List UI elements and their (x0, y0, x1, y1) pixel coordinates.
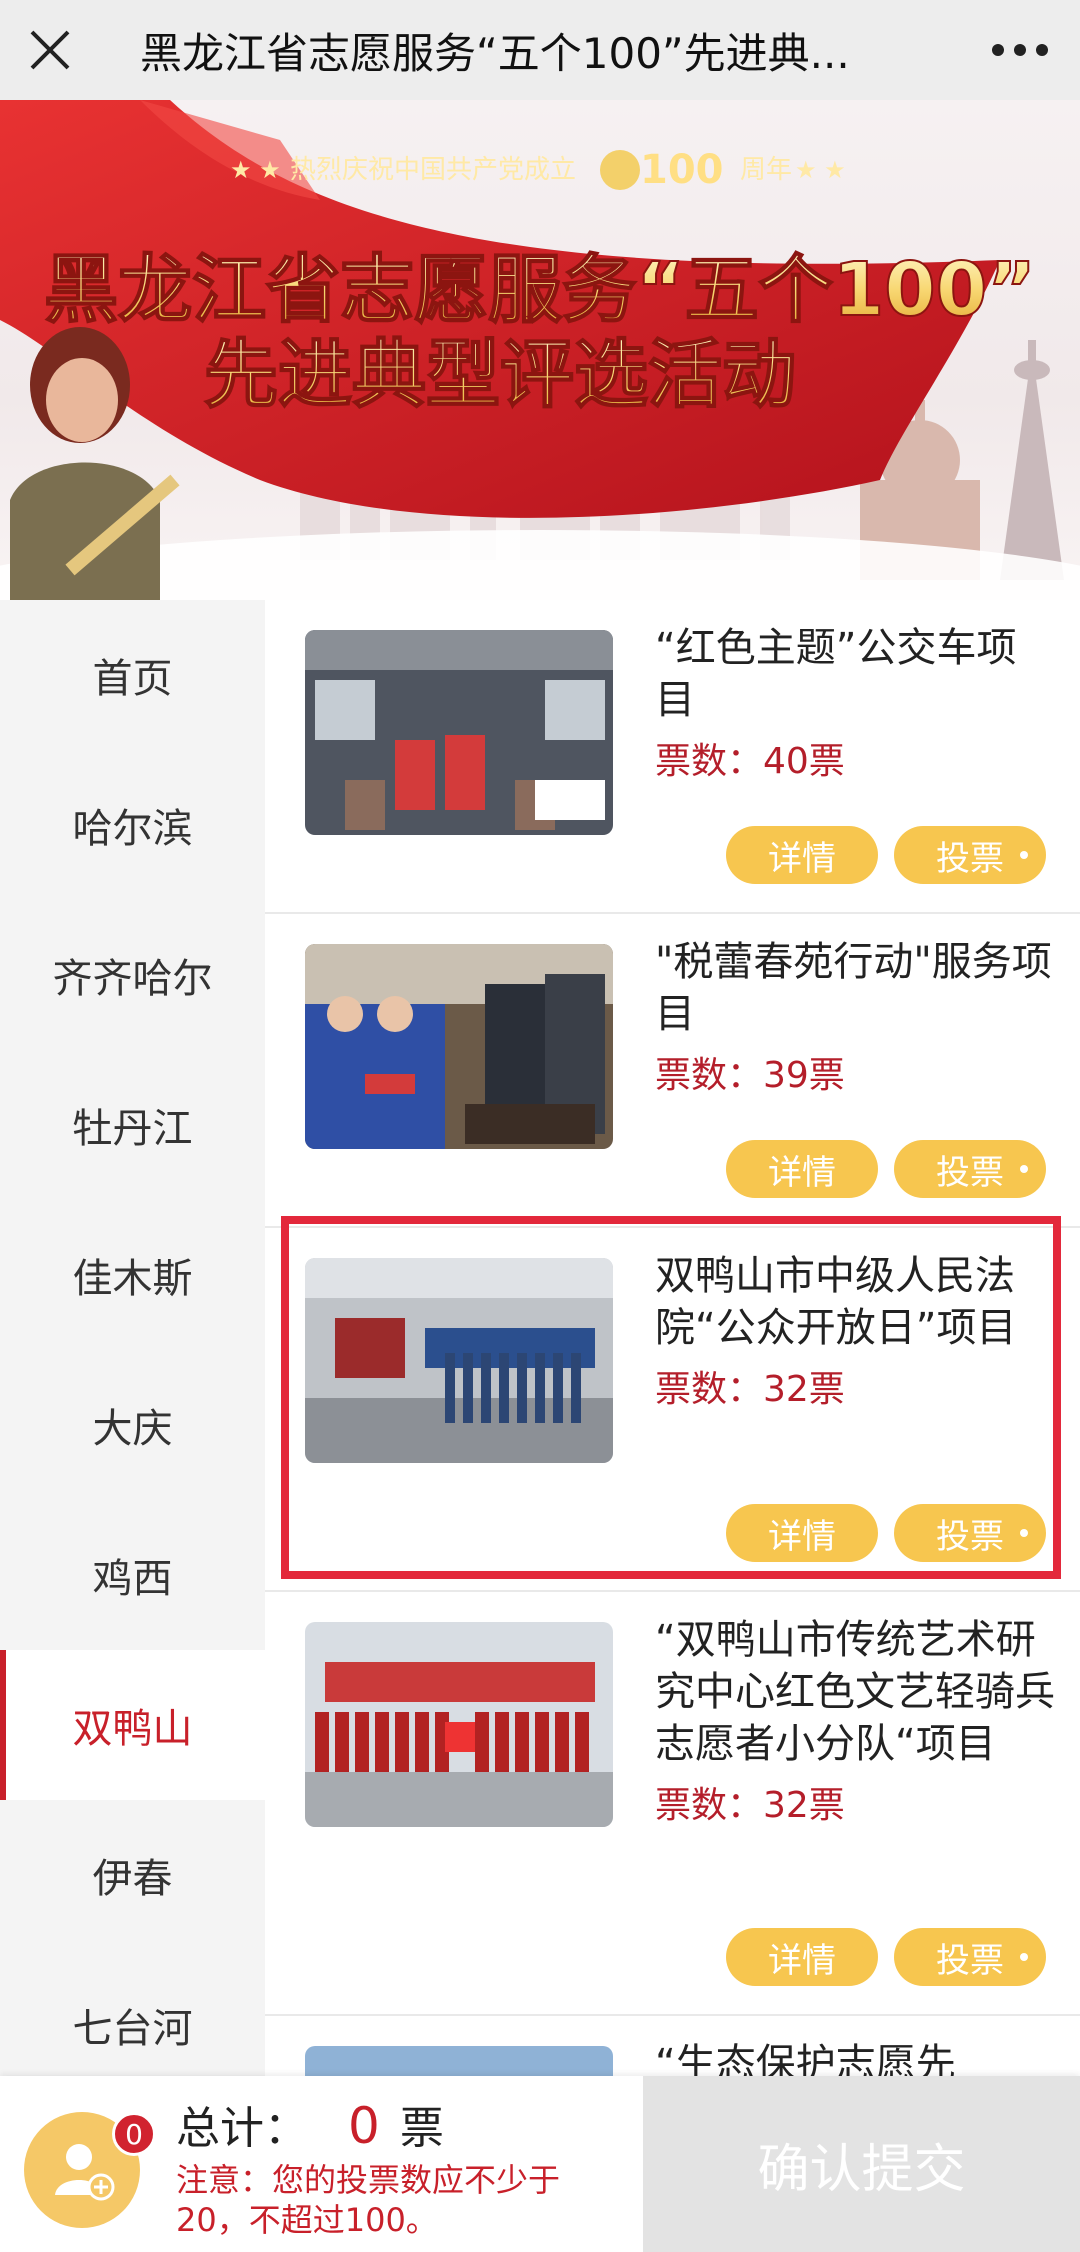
sidebar-item-daqing[interactable]: 大庆 (0, 1350, 265, 1500)
project-name: “双鸭山市传统艺术研究中心红色文艺轻骑兵志愿者小分队“项目 (655, 1617, 1055, 1767)
vote-button-label: 投票 (936, 838, 1004, 879)
sidebar-item-label: 齐齐哈尔 (52, 956, 213, 1002)
project-card: “红色主题”公交车项目 票数：40票 详情 投票 (265, 600, 1080, 914)
sidebar-item-label: 佳木斯 (72, 1256, 193, 1302)
total-label: 总计： (176, 2103, 308, 2154)
vote-button-label: 投票 (936, 1940, 1004, 1981)
project-photo[interactable] (305, 1258, 613, 1463)
banner-title-line2: 先进典型评选活动 (204, 332, 796, 418)
detail-button[interactable]: 详情 (726, 1504, 878, 1562)
submit-button[interactable]: 确认提交 (643, 2076, 1080, 2252)
sidebar-item-mudanjiang[interactable]: 牡丹江 (0, 1050, 265, 1200)
close-icon (30, 30, 70, 70)
page-title: 黑龙江省志愿服务“五个100”先进典... (140, 28, 850, 78)
top-nav-bar: 黑龙江省志愿服务“五个100”先进典... (0, 0, 1080, 100)
slogan-text: 热烈庆祝中国共产党成立 (290, 155, 576, 185)
vote-rule-note: 注意：您的投票数应不少于20，不超过100。 (176, 2161, 561, 2239)
sidebar-item-harbin[interactable]: 哈尔滨 (0, 750, 265, 900)
svg-text:★ ★: ★ ★ (795, 156, 846, 184)
total-votes: 总计： 0 票 (176, 2092, 444, 2156)
vote-button[interactable]: 投票 (894, 1140, 1046, 1198)
anniversary-suffix: 周年 (740, 155, 792, 185)
vote-button[interactable]: 投票 (894, 1504, 1046, 1562)
banner-title-line1: 黑龙江省志愿服务“五个100” (44, 247, 1036, 333)
detail-button-label: 详情 (768, 1152, 836, 1193)
sidebar-item-label: 首页 (92, 656, 173, 702)
sidebar-item-label: 哈尔滨 (72, 806, 193, 852)
project-votes: 票数：32票 (655, 1785, 845, 1826)
banner-art: ★ ★ 热烈庆祝中国共产党成立 100 周年 ★ ★ 黑龙江省志愿服务“五个10… (0, 100, 1080, 600)
dot-icon (1020, 1165, 1028, 1173)
vote-cart[interactable]: 0 (24, 2112, 156, 2228)
sidebar-item-label: 大庆 (92, 1406, 173, 1452)
project-name: 双鸭山市中级人民法院“公众开放日”项目 (655, 1253, 1017, 1351)
svg-text:★ ★: ★ ★ (230, 156, 281, 184)
region-sidebar: 首页 哈尔滨 齐齐哈尔 牡丹江 佳木斯 大庆 鸡西 双鸭山 伊春 七台河 (0, 600, 265, 2080)
project-votes: 票数：39票 (655, 1055, 845, 1096)
vote-button-label: 投票 (936, 1152, 1004, 1193)
sidebar-item-label: 双鸭山 (72, 1706, 193, 1752)
project-photo[interactable] (305, 944, 613, 1149)
project-card: “生态保护志愿先 (265, 2016, 1080, 2080)
project-name: “生态保护志愿先 (655, 2041, 956, 2080)
project-name: "税蕾春苑行动"服务项目 (655, 939, 1052, 1037)
dot-icon (1020, 1953, 1028, 1961)
sidebar-item-jiamusi[interactable]: 佳木斯 (0, 1200, 265, 1350)
more-button[interactable] (960, 0, 1080, 100)
vote-summary-bar: 0 总计： 0 票 注意：您的投票数应不少于20，不超过100。 确认提交 (0, 2076, 1080, 2252)
vote-button[interactable]: 投票 (894, 1928, 1046, 1986)
sidebar-item-label: 七台河 (72, 2006, 193, 2052)
project-photo[interactable] (305, 1622, 613, 1827)
detail-button[interactable]: 详情 (726, 1140, 878, 1198)
project-card: “双鸭山市传统艺术研究中心红色文艺轻骑兵志愿者小分队“项目 票数：32票 详情 … (265, 1592, 1080, 2016)
vote-button[interactable]: 投票 (894, 826, 1046, 884)
close-button[interactable] (0, 0, 100, 100)
project-card: 双鸭山市中级人民法院“公众开放日”项目 票数：32票 详情 投票 (265, 1228, 1080, 1592)
sidebar-item-home[interactable]: 首页 (0, 600, 265, 750)
sidebar-item-qiqihar[interactable]: 齐齐哈尔 (0, 900, 265, 1050)
sidebar-item-shuangyashan[interactable]: 双鸭山 (0, 1650, 265, 1800)
sidebar-item-label: 鸡西 (92, 1556, 173, 1602)
project-votes: 票数：40票 (655, 741, 845, 782)
project-photo[interactable] (305, 630, 613, 835)
more-icon (992, 44, 1048, 56)
sidebar-item-jixi[interactable]: 鸡西 (0, 1500, 265, 1650)
project-votes: 票数：32票 (655, 1369, 845, 1410)
user-add-icon (55, 2144, 115, 2201)
event-banner: ★ ★ 热烈庆祝中国共产党成立 100 周年 ★ ★ 黑龙江省志愿服务“五个10… (0, 100, 1080, 600)
dot-icon (1020, 851, 1028, 859)
total-value: 0 (348, 2097, 380, 2155)
project-photo[interactable] (305, 2046, 613, 2080)
project-name: “红色主题”公交车项目 (655, 625, 1017, 723)
detail-button-label: 详情 (768, 1940, 836, 1981)
sidebar-item-label: 伊春 (92, 1856, 173, 1902)
sidebar-item-label: 牡丹江 (72, 1106, 193, 1152)
project-card: "税蕾春苑行动"服务项目 票数：39票 详情 投票 (265, 914, 1080, 1228)
project-list: “红色主题”公交车项目 票数：40票 详情 投票 "税蕾春苑行动"服务项目 票数… (265, 600, 1080, 2080)
dot-icon (1020, 1529, 1028, 1537)
detail-button-label: 详情 (768, 1516, 836, 1557)
count-badge: 0 (112, 2112, 156, 2156)
total-unit: 票 (399, 2103, 444, 2154)
detail-button[interactable]: 详情 (726, 826, 878, 884)
detail-button-label: 详情 (768, 838, 836, 879)
detail-button[interactable]: 详情 (726, 1928, 878, 1986)
vote-button-label: 投票 (936, 1516, 1004, 1557)
sidebar-item-yichun[interactable]: 伊春 (0, 1800, 265, 1950)
sidebar-item-qitaihe[interactable]: 七台河 (0, 1950, 265, 2080)
anniversary-number: 100 (640, 147, 724, 193)
